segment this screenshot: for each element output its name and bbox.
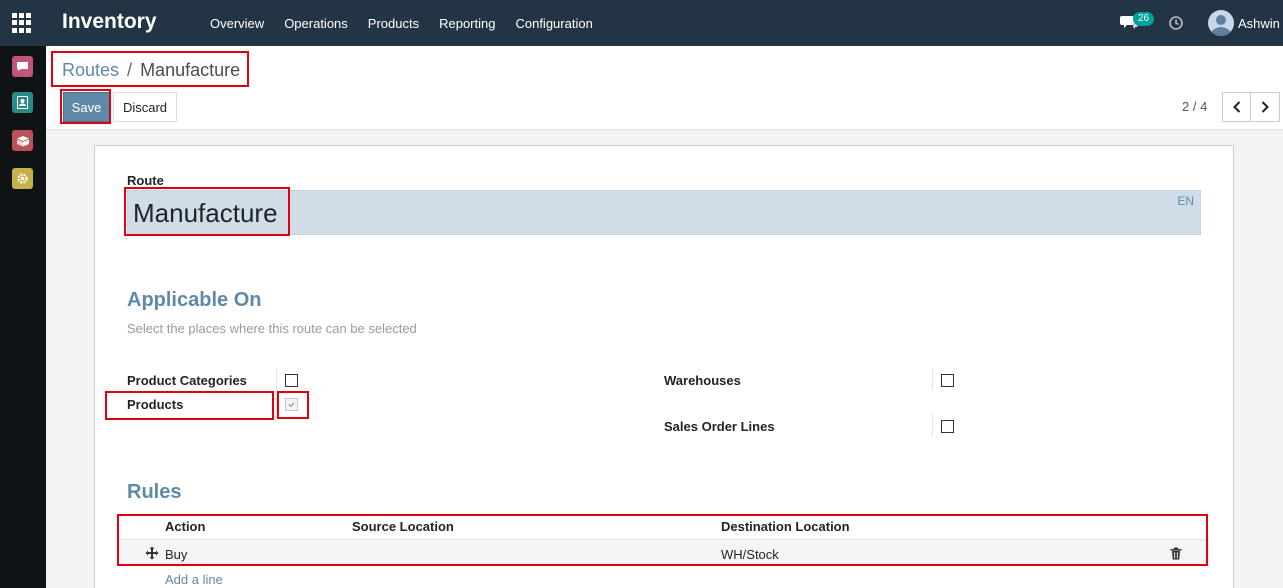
chevron-left-icon (1233, 101, 1241, 113)
drag-handle-icon[interactable] (145, 546, 159, 560)
message-count-badge: 26 (1133, 12, 1155, 26)
breadcrumb-routes-link[interactable]: Routes (62, 60, 119, 81)
discard-button[interactable]: Discard (113, 92, 177, 122)
route-label: Route (127, 173, 164, 188)
trash-icon[interactable] (1170, 547, 1182, 560)
breadcrumb-current: Manufacture (140, 60, 241, 80)
add-line-link[interactable]: Add a line (165, 572, 223, 587)
pager-previous-button[interactable] (1222, 92, 1252, 122)
breadcrumb: Routes / Manufacture (62, 60, 240, 81)
app-title[interactable]: Inventory (62, 10, 157, 34)
rules-header-source[interactable]: Source Location (352, 519, 454, 534)
rules-header-destination[interactable]: Destination Location (721, 519, 850, 534)
warehouses-checkbox[interactable] (941, 374, 954, 387)
user-name[interactable]: Ashwin (1238, 16, 1280, 31)
top-navbar: Inventory Overview Operations Products R… (0, 0, 1283, 46)
sales-order-lines-checkbox[interactable] (941, 420, 954, 433)
warehouses-label: Warehouses (664, 373, 741, 388)
top-menu: Overview Operations Products Reporting C… (210, 16, 613, 31)
app-sidebar (0, 46, 46, 588)
field-separator (276, 368, 277, 390)
discuss-icon[interactable] (12, 56, 33, 77)
field-separator (932, 414, 933, 436)
pager-value: 2 / 4 (1182, 99, 1208, 114)
breadcrumb-separator: / (127, 60, 133, 80)
rules-header-action[interactable]: Action (165, 519, 205, 534)
applicable-on-help: Select the places where this route can b… (127, 321, 417, 336)
save-button[interactable]: Save (63, 92, 110, 122)
table-row[interactable]: Buy WH/Stock (119, 539, 1209, 566)
field-separator (276, 392, 277, 414)
settings-icon[interactable] (12, 168, 33, 189)
checkmark-icon (288, 402, 295, 408)
route-name-value: Manufacture (133, 198, 278, 228)
form-sheet: Route Manufacture EN Applicable On Selec… (94, 145, 1234, 588)
inventory-icon[interactable] (12, 130, 33, 151)
apps-menu-icon[interactable] (12, 13, 32, 33)
translate-lang-button[interactable]: EN (1177, 194, 1194, 208)
route-name-input[interactable]: Manufacture EN (127, 190, 1201, 235)
contacts-icon[interactable] (12, 92, 33, 113)
product-categories-label: Product Categories (127, 373, 247, 388)
messaging-button[interactable]: 26 (1120, 12, 1155, 34)
applicable-on-title: Applicable On (127, 289, 262, 311)
menu-reporting[interactable]: Reporting (439, 16, 495, 31)
menu-products[interactable]: Products (368, 16, 419, 31)
chevron-right-icon (1261, 101, 1269, 113)
control-panel: Routes / Manufacture Save Discard 2 / 4 (46, 46, 1283, 130)
activity-clock-icon[interactable] (1168, 15, 1184, 31)
products-checkbox[interactable] (285, 398, 298, 411)
pager-next-button[interactable] (1250, 92, 1280, 122)
menu-overview[interactable]: Overview (210, 16, 264, 31)
sales-order-lines-label: Sales Order Lines (664, 419, 775, 434)
menu-configuration[interactable]: Configuration (515, 16, 592, 31)
products-label: Products (127, 397, 184, 412)
user-avatar[interactable] (1208, 10, 1234, 36)
rule-action-cell: Buy (165, 547, 188, 562)
field-separator (932, 368, 933, 390)
rules-title: Rules (127, 481, 182, 503)
product-categories-checkbox[interactable] (285, 374, 298, 387)
rule-destination-cell: WH/Stock (721, 547, 779, 562)
menu-operations[interactable]: Operations (284, 16, 348, 31)
